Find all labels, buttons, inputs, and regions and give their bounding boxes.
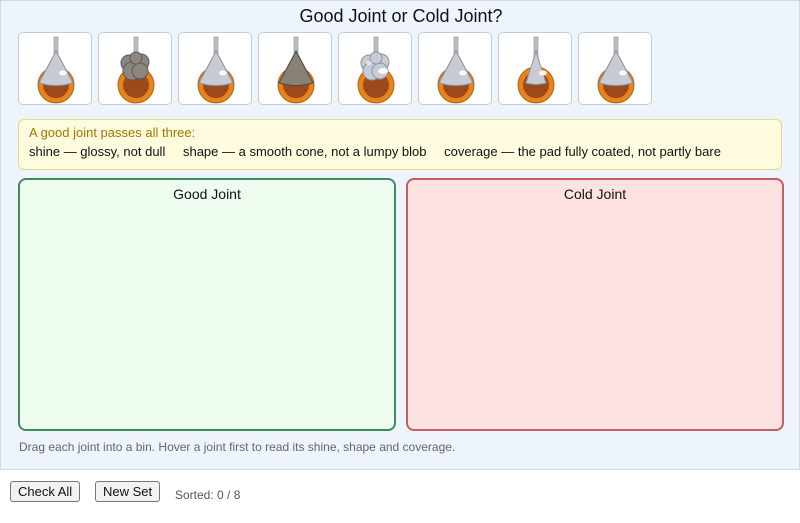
solder-joint-icon: [197, 36, 235, 104]
new-set-button[interactable]: New Set: [95, 481, 161, 502]
page-title: Good Joint or Cold Joint?: [299, 6, 503, 26]
joint-tile[interactable]: [498, 32, 572, 105]
cold-joint-bin-label: Cold Joint: [563, 186, 627, 202]
hint-box: A good joint passes all three: shine — g…: [18, 119, 782, 170]
good-joint-bin[interactable]: Good Joint: [18, 178, 396, 431]
hint-shape: shape — a smooth cone, not a lumpy blob: [182, 144, 427, 159]
solder-joint-icon: [437, 36, 475, 104]
joint-tile[interactable]: [418, 32, 492, 105]
hint-title: A good joint passes all three:: [29, 125, 196, 140]
instructions: Drag each joint into a bin. Hover a join…: [19, 440, 456, 454]
joint-tile[interactable]: [18, 32, 92, 105]
sorted-status: Sorted: 0 / 8: [175, 488, 241, 502]
hint-coverage: coverage — the pad fully coated, not par…: [444, 144, 721, 159]
solder-joint-icon: [357, 36, 395, 104]
game-panel: Good Joint or Cold Joint? A good joint p…: [0, 0, 800, 469]
solder-joint-icon: [117, 36, 155, 104]
hint-criteria: shine — glossy, not dull shape — a smoot…: [29, 144, 735, 159]
joint-tile[interactable]: [98, 32, 172, 105]
control-bar: Check All New Set Sorted: 0 / 8: [0, 469, 800, 523]
cold-joint-bin[interactable]: Cold Joint: [406, 178, 784, 431]
joint-tile[interactable]: [578, 32, 652, 105]
joint-tile[interactable]: [178, 32, 252, 105]
check-all-button[interactable]: Check All: [10, 481, 81, 502]
hint-shine: shine — glossy, not dull: [29, 144, 166, 159]
solder-joint-icon: [597, 36, 635, 104]
joint-tile[interactable]: [338, 32, 412, 105]
solder-joint-icon: [517, 36, 555, 104]
solder-joint-icon: [37, 36, 75, 104]
solder-joint-icon: [277, 36, 315, 104]
joint-tile[interactable]: [258, 32, 332, 105]
good-joint-bin-label: Good Joint: [173, 186, 241, 202]
